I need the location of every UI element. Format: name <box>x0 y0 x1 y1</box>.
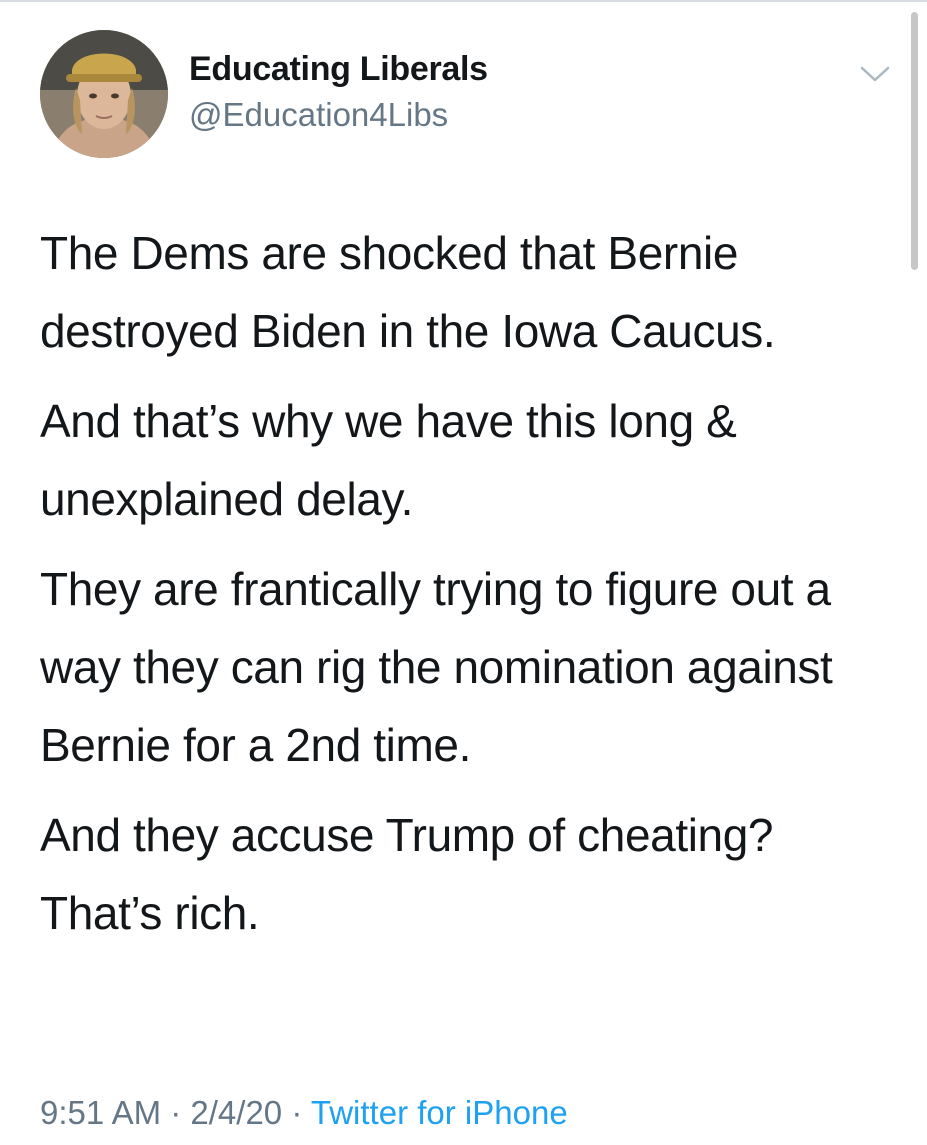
meta-separator: · <box>282 1094 311 1131</box>
tweet-date: 2/4/20 <box>190 1094 283 1131</box>
author-handle[interactable]: @Education4Libs <box>189 96 448 134</box>
tweet-paragraph: And that’s why we have this long & unexp… <box>40 395 737 525</box>
top-divider <box>0 0 927 2</box>
tweet-time: 9:51 AM <box>40 1094 162 1131</box>
tweet-text: The Dems are shocked that Bernie destroy… <box>40 214 900 964</box>
tweet-paragraph: The Dems are shocked that Bernie destroy… <box>40 227 776 357</box>
scrollbar[interactable] <box>911 12 918 270</box>
tweet-paragraph: And they accuse Trump of cheating? That’… <box>40 809 774 939</box>
tweet-paragraph: They are frantically trying to figure ou… <box>40 563 833 771</box>
tweet-source-link[interactable]: Twitter for iPhone <box>311 1094 568 1131</box>
tweet-metadata: 9:51 AM · 2/4/20 · Twitter for iPhone <box>40 1094 568 1132</box>
chevron-down-icon[interactable] <box>858 60 892 88</box>
author-display-name[interactable]: Educating Liberals <box>189 50 488 89</box>
meta-separator: · <box>161 1094 191 1131</box>
avatar[interactable] <box>40 30 168 158</box>
avatar-photo <box>40 30 168 158</box>
